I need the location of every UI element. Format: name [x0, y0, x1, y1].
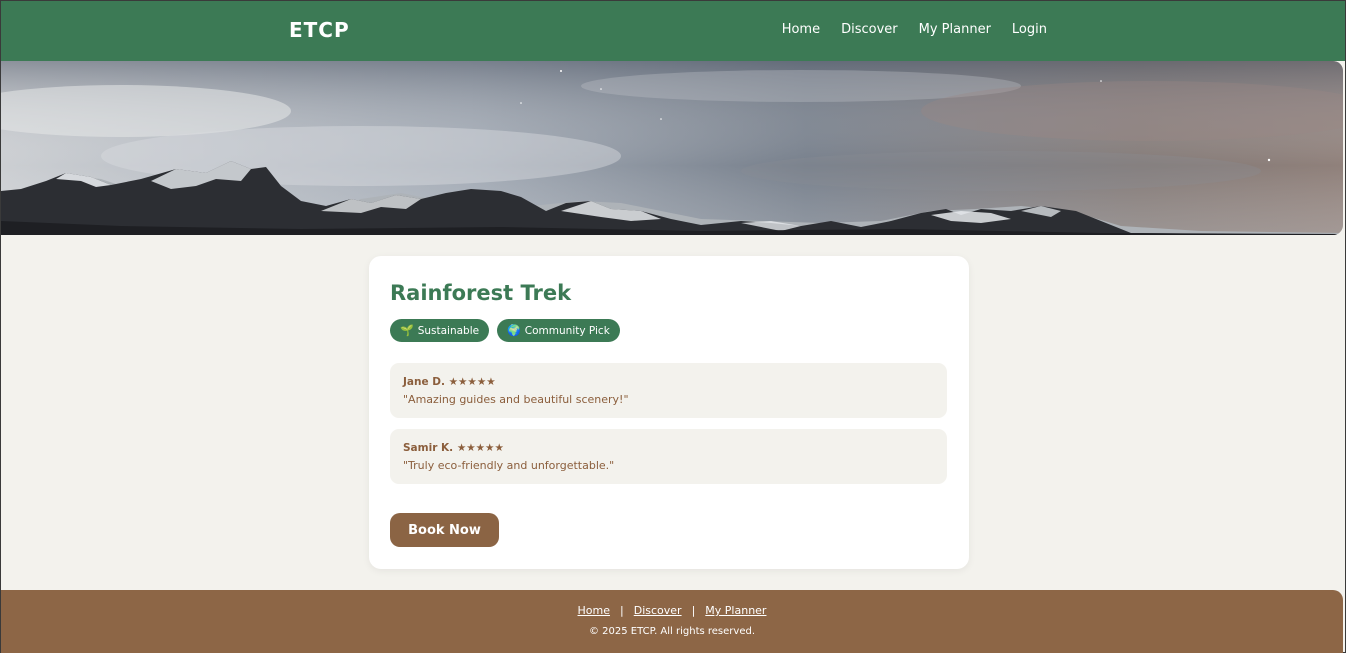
footer-home-link[interactable]: Home [578, 604, 610, 617]
review-item: Samir K. ★★★★★ "Truly eco-friendly and u… [390, 429, 947, 484]
badge-label: Community Pick [524, 324, 610, 337]
review-item: Jane D. ★★★★★ "Amazing guides and beauti… [390, 363, 947, 418]
star-rating: ★★★★★ [456, 442, 504, 454]
seedling-icon: 🌱 [400, 324, 414, 337]
review-author-line: Samir K. ★★★★★ [403, 442, 504, 454]
page: ETCP Home Discover My Planner Login Rain… [0, 0, 1346, 653]
footer-separator: | [691, 604, 696, 617]
review-text: "Amazing guides and beautiful scenery!" [403, 393, 629, 406]
brand-logo[interactable]: ETCP [289, 18, 350, 42]
top-navbar: ETCP Home Discover My Planner Login [1, 1, 1345, 61]
badge-community-pick: 🌍 Community Pick [497, 319, 620, 342]
review-author: Samir K. [403, 442, 454, 454]
nav-my-planner-link[interactable]: My Planner [919, 22, 991, 37]
badge-list: 🌱 Sustainable 🌍 Community Pick [390, 319, 620, 342]
globe-icon: 🌍 [507, 324, 521, 337]
star-rating: ★★★★★ [448, 376, 496, 388]
review-text: "Truly eco-friendly and unforgettable." [403, 459, 615, 472]
footer-separator: | [620, 604, 624, 617]
mountain-landscape-image [1, 61, 1343, 235]
main-nav: Home Discover My Planner Login [782, 22, 1047, 37]
badge-sustainable: 🌱 Sustainable [390, 319, 490, 342]
book-now-button[interactable]: Book Now [390, 513, 499, 547]
trip-card: Rainforest Trek 🌱 Sustainable 🌍 Communit… [369, 256, 969, 569]
badge-label: Sustainable [417, 324, 480, 337]
trip-title: Rainforest Trek [390, 281, 572, 305]
footer: Home | Discover | My Planner © 2025 ETCP… [1, 590, 1343, 653]
copyright-text: © 2025 ETCP. All rights reserved. [588, 626, 756, 637]
nav-home-link[interactable]: Home [782, 22, 820, 37]
review-author-line: Jane D. ★★★★★ [403, 376, 496, 388]
footer-discover-link[interactable]: Discover [634, 604, 682, 617]
nav-login-link[interactable]: Login [1012, 22, 1047, 37]
review-author: Jane D. [403, 376, 445, 388]
footer-my-planner-link[interactable]: My Planner [705, 604, 766, 617]
footer-links: Home | Discover | My Planner [1, 604, 1343, 617]
hero-banner-image [1, 61, 1343, 235]
nav-discover-link[interactable]: Discover [841, 22, 898, 37]
